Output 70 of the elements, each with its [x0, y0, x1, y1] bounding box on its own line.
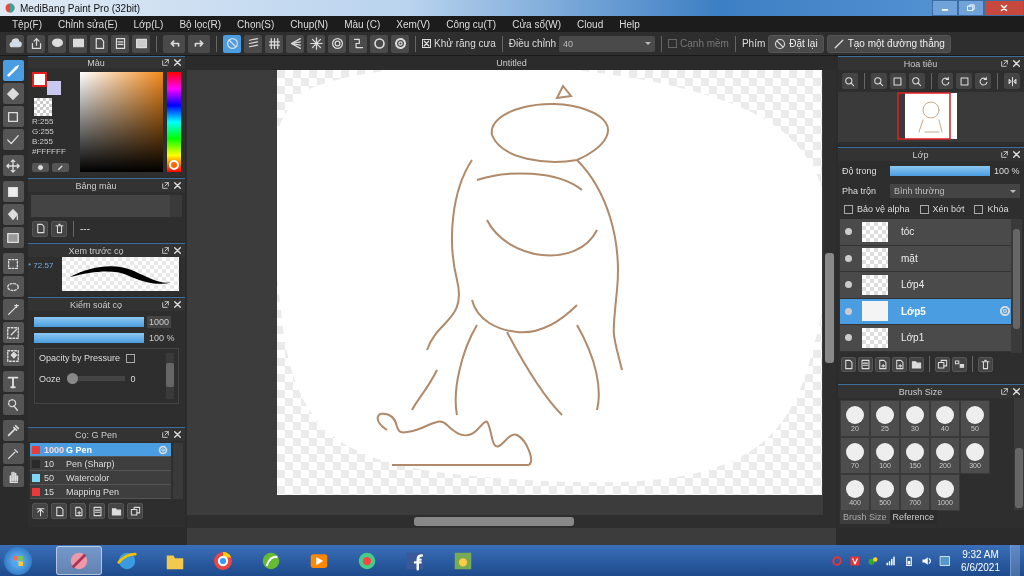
panel-title: Lớp — [911, 149, 930, 160]
panel-title: Kiểm soát cọ — [69, 299, 123, 310]
checkbox-label: Khử răng cưa — [434, 38, 496, 49]
brush-item[interactable]: 15 Mapping Pen — [30, 485, 171, 499]
color-value: G:255 — [32, 128, 55, 136]
layer-name: mặt — [901, 252, 919, 264]
layer-row[interactable]: tóc — [840, 219, 1011, 246]
layer-row[interactable]: Lớp4 — [840, 272, 1011, 299]
layer-name: Lớp1 — [901, 332, 926, 344]
menu-item[interactable]: Công cụ(T) — [438, 18, 505, 30]
menu-item[interactable]: Lớp(L) — [125, 18, 172, 30]
slider-value: 1000 — [147, 316, 172, 328]
checkbox-label: Bảo vệ alpha — [857, 204, 910, 214]
hex-value: #FFFFFF — [32, 148, 67, 156]
menu-item[interactable]: Màu (C) — [336, 18, 389, 30]
checkbox-label: Cạnh mềm — [680, 38, 729, 49]
layer-name: tóc — [901, 226, 916, 238]
clock-time: 9:32 AM — [962, 547, 999, 561]
window-title: MediBang Paint Pro (32bit) — [20, 2, 142, 14]
menu-item[interactable]: Chụp(N) — [282, 18, 337, 30]
checkbox-label: Xén bớt — [932, 204, 965, 214]
straight-line-button[interactable]: Tạo một đường thẳng — [826, 34, 951, 53]
clock-date: 6/6/2021 — [961, 560, 1000, 574]
menu-item[interactable]: Xem(V) — [388, 18, 439, 30]
brush-size: 50 — [44, 472, 55, 483]
brush-item[interactable]: 10 Pen (Sharp) — [30, 457, 171, 471]
blend-mode-dropdown[interactable]: Bình thường — [890, 184, 1020, 198]
layer-name: Lớp4 — [901, 279, 926, 291]
slider-label: Ooze — [39, 373, 61, 384]
panel-title: Xem trước cọ — [67, 245, 125, 256]
palette-name: --- — [80, 223, 90, 234]
checkbox-label: Khóa — [987, 204, 1009, 214]
brush-name: G Pen — [66, 444, 93, 455]
slider-value: 100 % — [994, 166, 1020, 176]
menu-item[interactable]: Chỉnh sửa(E) — [50, 18, 126, 30]
panel-title: Màu — [86, 57, 106, 68]
document-tab[interactable]: Untitled — [496, 58, 527, 68]
opacity-label: Độ trong — [842, 166, 878, 176]
checkbox-label: Opacity by Pressure — [39, 353, 121, 363]
menu-item[interactable]: Cloud — [569, 18, 612, 30]
menu-item[interactable]: Bộ lọc(R) — [171, 18, 230, 30]
brush-item[interactable]: 50 Watercolor — [30, 471, 171, 485]
panel-title: Cọ: G Pen — [74, 429, 118, 440]
color-value: R:255 — [32, 118, 55, 126]
layer-row[interactable]: mặt — [840, 245, 1011, 272]
slider-value: 0 — [130, 373, 136, 384]
panel-tab[interactable]: Brush Size — [840, 510, 890, 524]
color-value: B:255 — [32, 138, 54, 146]
menu-item[interactable]: Chọn(S) — [229, 18, 283, 30]
reset-button[interactable]: Đặt lại — [768, 34, 824, 53]
layer-name: Lớp5 — [901, 305, 927, 317]
brush-size-label: * 72.57 — [28, 260, 55, 272]
menu-item[interactable]: Cửa sổ(W) — [504, 18, 570, 30]
brush-size: 15 — [44, 486, 55, 497]
adjust-dropdown[interactable]: 40 — [559, 35, 656, 52]
panel-title: Hoa tiêu — [902, 58, 939, 69]
blend-mode-label: Pha trộn — [842, 186, 878, 196]
brush-size: 10 — [44, 458, 55, 469]
menu-item[interactable]: Help — [611, 18, 648, 30]
brush-name: Mapping Pen — [66, 486, 121, 497]
adjust-label: Điều chỉnh — [508, 38, 557, 49]
keys-label: Phím — [741, 38, 766, 49]
layer-row[interactable]: Lớp1 — [840, 325, 1011, 352]
brush-name: Watercolor — [66, 472, 111, 483]
brush-name: Pen (Sharp) — [66, 458, 116, 469]
panel-title: Bảng màu — [74, 180, 118, 191]
slider-value: 100 % — [148, 332, 176, 344]
menu-item[interactable]: Tệp(F) — [4, 18, 50, 30]
panel-title: Brush Size — [897, 386, 944, 397]
brush-size: 1000 — [44, 444, 66, 455]
